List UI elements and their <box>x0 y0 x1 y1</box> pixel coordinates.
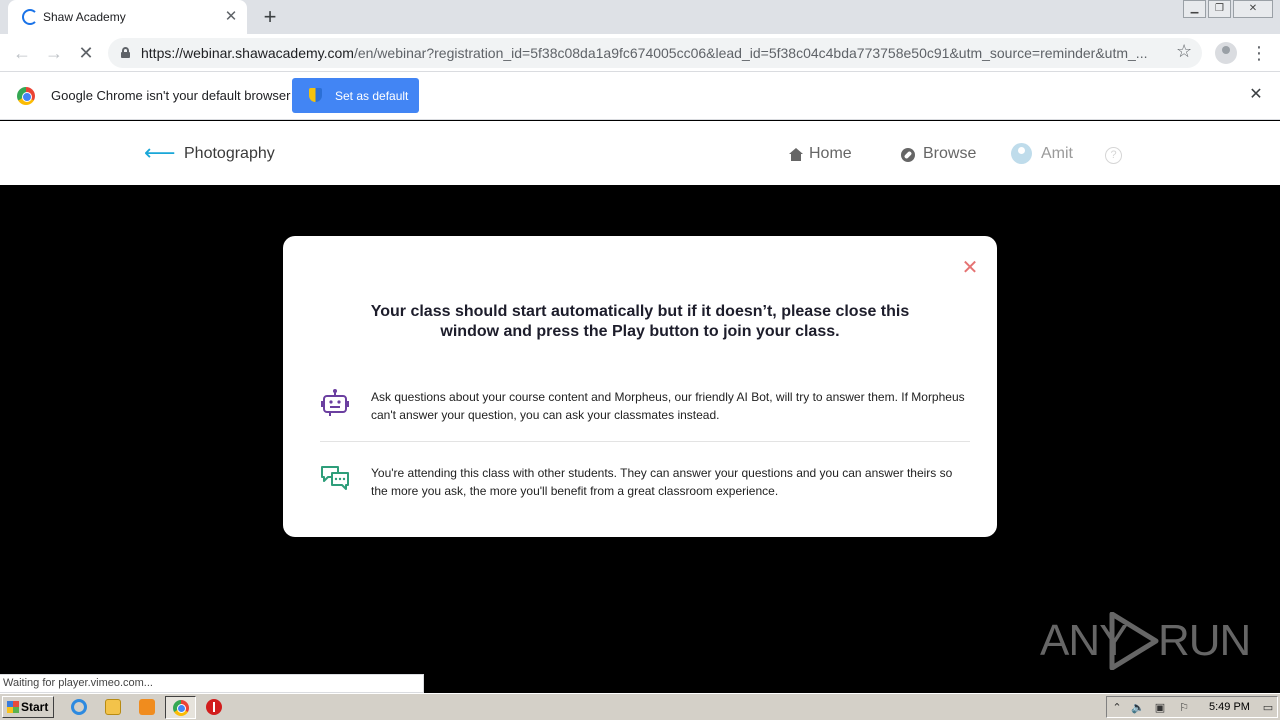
browser-tab-strip: Shaw Academy ✕ + ▁ ❐ ✕ <box>0 0 1280 34</box>
address-bar[interactable]: https://webinar.shawacademy.com/en/webin… <box>108 38 1202 68</box>
browser-toolbar: ← → ✕ https://webinar.shawacademy.com/en… <box>0 34 1280 72</box>
class-start-modal: ✕ Your class should start automatically … <box>283 236 997 537</box>
window-minimize-button[interactable]: ▁ <box>1183 0 1206 18</box>
chat-bubbles-icon <box>321 466 349 490</box>
start-button[interactable]: Start <box>2 696 54 718</box>
bookmark-star-icon[interactable]: ☆ <box>1176 41 1192 62</box>
kebab-menu-icon[interactable]: ⋮ <box>1250 42 1268 64</box>
tab-title: Shaw Academy <box>43 10 126 24</box>
profile-icon[interactable] <box>1215 42 1237 64</box>
stop-sign-icon[interactable] <box>206 699 222 715</box>
browser-tab[interactable]: Shaw Academy ✕ <box>8 0 247 34</box>
folder-icon[interactable] <box>105 699 121 715</box>
chrome-icon <box>173 700 189 716</box>
back-arrow-icon[interactable]: ⟵ <box>144 141 176 165</box>
site-header: ⟵ Photography Home Browse Amit ? <box>0 121 1280 185</box>
taskbar-chrome-button[interactable] <box>165 696 196 719</box>
windows-flag-icon <box>7 701 19 713</box>
chrome-logo-icon <box>17 87 35 105</box>
tip-ai-bot: Ask questions about your course content … <box>320 388 970 428</box>
speaker-icon[interactable]: 🔈 <box>1131 701 1145 715</box>
windows-taskbar: Start ⌃ 🔈 ▣ ⚐ 5:49 PM ▭ <box>0 693 1280 720</box>
url-host: https://webinar.shawacademy.com <box>141 45 354 61</box>
modal-close-icon[interactable]: ✕ <box>960 258 980 278</box>
loading-spinner-icon <box>22 9 38 25</box>
stop-loading-icon[interactable]: ✕ <box>73 40 99 66</box>
nav-browse[interactable]: Browse <box>923 145 976 163</box>
modal-heading-line-1: Your class should start automatically bu… <box>370 303 910 320</box>
shield-icon <box>309 88 322 102</box>
help-icon[interactable]: ? <box>1105 147 1122 164</box>
internet-explorer-icon[interactable] <box>71 699 87 715</box>
anyrun-watermark: ANY RUN <box>1040 612 1251 670</box>
infobar-message: Google Chrome isn't your default browser <box>51 88 291 103</box>
nav-user-name[interactable]: Amit <box>1041 145 1073 163</box>
home-icon[interactable] <box>789 148 803 161</box>
compass-icon[interactable] <box>901 148 915 162</box>
tip-ai-bot-text: Ask questions about your course content … <box>371 390 965 422</box>
start-label: Start <box>21 700 49 714</box>
taskbar-clock: 5:49 PM <box>1209 701 1250 713</box>
system-tray: ⌃ 🔈 ▣ ⚐ 5:49 PM ▭ <box>1106 696 1278 718</box>
lock-icon[interactable] <box>121 47 130 58</box>
network-icon[interactable]: ▣ <box>1153 701 1167 715</box>
url-text[interactable]: https://webinar.shawacademy.com/en/webin… <box>141 45 1156 61</box>
tray-expand-icon[interactable]: ⌃ <box>1110 701 1124 715</box>
media-player-icon[interactable] <box>139 699 155 715</box>
set-as-default-label: Set as default <box>335 89 409 103</box>
tip-divider <box>320 441 970 442</box>
show-desktop-icon[interactable]: ▭ <box>1261 701 1275 715</box>
window-close-button[interactable]: ✕ <box>1233 0 1273 18</box>
play-logo-icon <box>1109 612 1159 670</box>
infobar-close-icon[interactable]: ✕ <box>1247 86 1265 104</box>
tip-classmates: You're attending this class with other s… <box>320 464 970 504</box>
set-as-default-button[interactable]: Set as default <box>292 78 419 113</box>
tip-classmates-text: You're attending this class with other s… <box>371 466 953 498</box>
user-avatar[interactable] <box>1011 143 1032 164</box>
course-title: Photography <box>184 145 275 162</box>
robot-icon <box>321 389 349 416</box>
new-tab-button[interactable]: + <box>258 5 282 29</box>
url-path: /en/webinar?registration_id=5f38c08da1a9… <box>353 45 1148 61</box>
nav-home[interactable]: Home <box>809 145 852 163</box>
status-bubble: Waiting for player.vimeo.com... <box>0 674 424 693</box>
action-center-flag-icon[interactable]: ⚐ <box>1177 701 1191 715</box>
forward-arrow-icon[interactable]: → <box>41 40 67 66</box>
tab-close-icon[interactable]: ✕ <box>222 8 240 26</box>
modal-heading: Your class should start automatically bu… <box>323 302 957 342</box>
default-browser-infobar: Google Chrome isn't your default browser… <box>0 72 1280 120</box>
watermark-run: RUN <box>1158 616 1251 665</box>
window-restore-button[interactable]: ❐ <box>1208 0 1231 18</box>
modal-heading-line-2: window and press the Play button to join… <box>440 323 840 340</box>
back-arrow-icon[interactable]: ← <box>9 40 35 66</box>
